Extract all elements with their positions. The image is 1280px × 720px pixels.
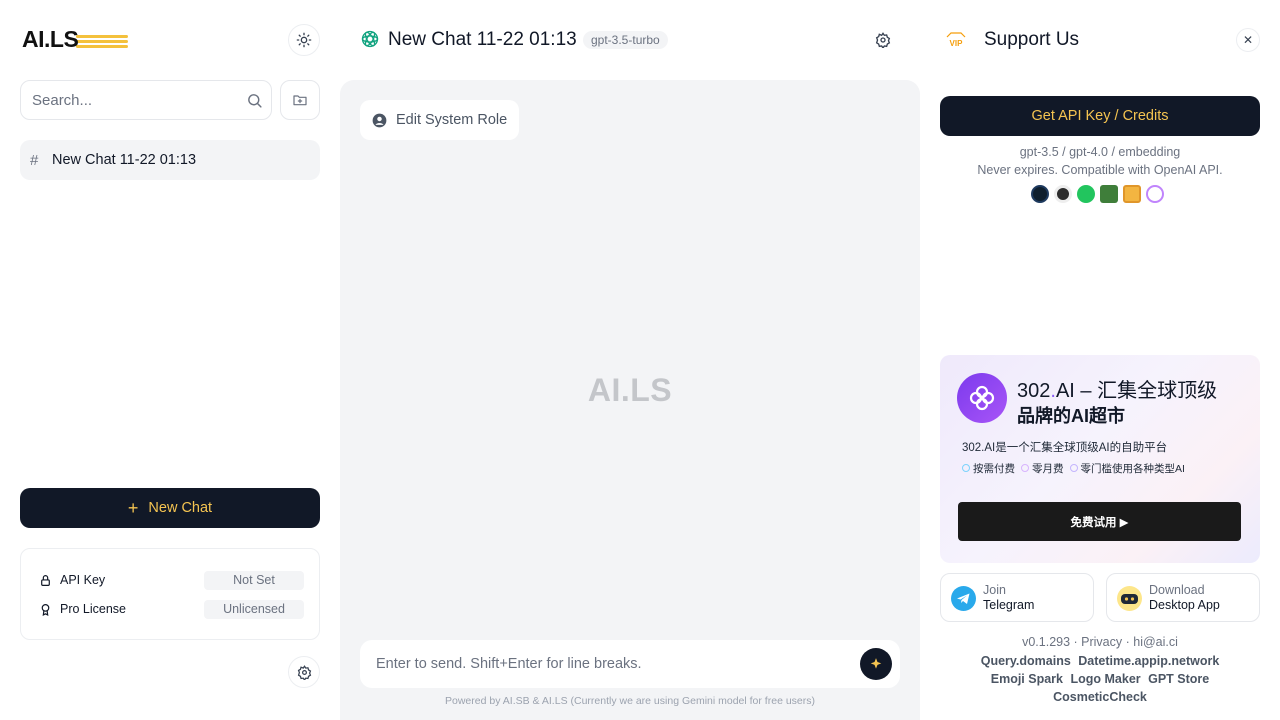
support-panel: VIP Support Us ✕ Get API Key / Credits g…	[920, 0, 1280, 720]
free-trial-button[interactable]: 免费试用 ▶	[958, 502, 1241, 541]
chat-panel: New Chat 11-22 01:13 gpt-3.5-turbo Edit …	[340, 0, 920, 720]
vip-icon: VIP	[946, 32, 966, 48]
chat-message-area: Edit System Role AI.LS Powered by AI.SB …	[340, 80, 920, 720]
new-chat-button[interactable]: + New Chat	[20, 488, 320, 528]
new-folder-button[interactable]	[280, 80, 320, 120]
download-desktop-link[interactable]: Download Desktop App	[1106, 573, 1260, 622]
robot-icon	[1117, 586, 1142, 611]
openai-logo-icon	[361, 30, 379, 48]
vip-badge-text: VIP	[950, 39, 964, 48]
user-circle-icon	[372, 113, 387, 127]
api-compat-text: Never expires. Compatible with OpenAI AP…	[977, 163, 1223, 177]
chat-list-item[interactable]: # New Chat 11-22 01:13	[20, 140, 320, 180]
footer-link[interactable]: Query.domains	[981, 654, 1071, 668]
lock-icon	[38, 573, 52, 587]
close-icon: ✕	[1242, 33, 1254, 47]
settings-button[interactable]	[288, 656, 320, 688]
logo-text: AI.LS	[22, 26, 79, 52]
footer-link[interactable]: GPT Store	[1148, 672, 1209, 686]
chat-bubble-icon[interactable]	[1077, 185, 1095, 203]
api-key-status[interactable]: Not Set	[204, 570, 304, 590]
version-info[interactable]: v0.1.293 · Privacy · hi@ai.ci	[940, 635, 1260, 649]
promo-title: 302.AI – 汇集全球顶级	[1017, 380, 1218, 402]
telegram-line2: Telegram	[983, 598, 1035, 612]
desktop-line2: Desktop App	[1149, 598, 1220, 612]
message-input-box	[360, 640, 900, 688]
api-models-text: gpt-3.5 / gpt-4.0 / embedding	[1019, 145, 1181, 159]
join-telegram-link[interactable]: Join Telegram	[940, 573, 1094, 622]
hash-icon: #	[30, 151, 39, 169]
footer-link[interactable]: Logo Maker	[1070, 672, 1140, 686]
brand-icon-row	[1031, 185, 1164, 203]
translate-icon[interactable]	[1100, 185, 1118, 203]
pro-license-label: Pro License	[60, 602, 127, 616]
footer-link[interactable]: CosmeticCheck	[1053, 690, 1147, 704]
app-logo[interactable]: AI.LS	[22, 26, 128, 54]
cat-icon[interactable]	[1054, 185, 1072, 203]
search-icon[interactable]	[246, 92, 263, 109]
code-icon[interactable]	[1031, 185, 1049, 203]
badge-icon	[38, 602, 52, 616]
chat-settings-icon[interactable]	[875, 32, 891, 48]
message-input[interactable]	[376, 654, 846, 674]
support-title: Support Us	[984, 29, 1080, 50]
brand-watermark: AI.LS	[587, 372, 673, 408]
promo-tags: 按需付费 零月费 零门槛使用各种类型AI	[962, 461, 1185, 476]
chat-title[interactable]: New Chat 11-22 01:13	[388, 29, 577, 51]
telegram-icon	[951, 586, 976, 611]
powered-by-note: Powered by AI.SB & AI.LS (Currently we a…	[445, 695, 815, 707]
edit-system-role-label: Edit System Role	[396, 112, 508, 128]
footer-links: Query.domains Datetime.appip.network Emo…	[940, 652, 1260, 706]
promo-tag: 零门槛使用各种类型AI	[1070, 461, 1185, 476]
telegram-line1: Join	[983, 583, 1006, 597]
openai-icon[interactable]	[1146, 185, 1164, 203]
sidebar: AI.LS # New Chat 11-22 01:13 + New Chat	[0, 0, 340, 720]
sparkle-icon	[870, 658, 882, 669]
promo-banner-302ai[interactable]: 302.AI – 汇集全球顶级 品牌的AI超市 302.AI是一个汇集全球顶级A…	[940, 355, 1260, 563]
promo-tag: 按需付费	[962, 461, 1015, 476]
close-button[interactable]: ✕	[1236, 28, 1260, 52]
send-button[interactable]	[860, 648, 892, 680]
desktop-line1: Download	[1149, 583, 1205, 597]
promo-description: 302.AI是一个汇集全球顶级AI的自助平台	[962, 442, 1168, 454]
search-box	[20, 80, 272, 120]
pro-license-row[interactable]: Pro License Unlicensed	[38, 599, 304, 619]
sun-icon	[296, 32, 312, 48]
footer-link[interactable]: Datetime.appip.network	[1078, 654, 1219, 668]
account-settings-card: API Key Not Set Pro License Unlicensed	[20, 548, 320, 640]
edit-system-role-button[interactable]: Edit System Role	[360, 100, 519, 140]
logo-stripes	[76, 35, 128, 51]
new-chat-label: New Chat	[148, 500, 213, 516]
app-root: AI.LS # New Chat 11-22 01:13 + New Chat	[0, 0, 1280, 720]
model-badge[interactable]: gpt-3.5-turbo	[583, 31, 668, 49]
chat-list-item-label: New Chat 11-22 01:13	[52, 152, 197, 168]
api-key-row[interactable]: API Key Not Set	[38, 570, 304, 590]
pro-license-status[interactable]: Unlicensed	[204, 599, 304, 619]
chat-header: New Chat 11-22 01:13 gpt-3.5-turbo	[340, 0, 920, 80]
api-key-label: API Key	[60, 573, 106, 587]
plus-icon: +	[127, 498, 139, 518]
promo-title-line2: 品牌的AI超市	[1017, 406, 1125, 426]
slides-icon[interactable]	[1123, 185, 1141, 203]
302ai-logo-icon	[957, 373, 1007, 423]
folder-plus-icon	[293, 95, 307, 106]
gear-icon	[297, 664, 311, 680]
search-input[interactable]	[32, 90, 242, 110]
footer-link[interactable]: Emoji Spark	[991, 672, 1063, 686]
get-api-key-button[interactable]: Get API Key / Credits	[940, 96, 1260, 136]
promo-tag: 零月费	[1021, 461, 1064, 476]
theme-toggle-button[interactable]	[288, 24, 320, 56]
